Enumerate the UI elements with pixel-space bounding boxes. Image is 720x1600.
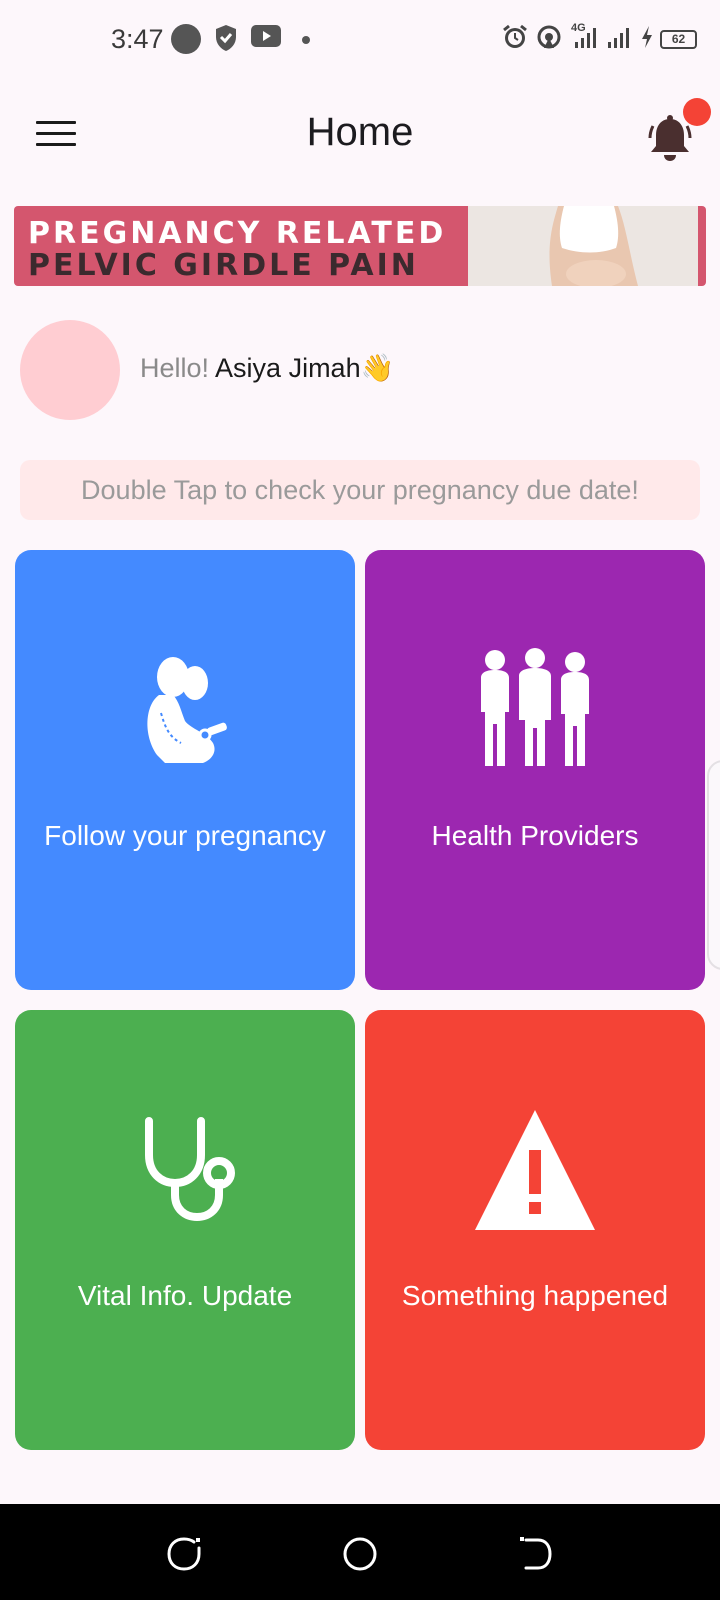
user-name: Asiya Jimah👋 xyxy=(215,353,395,383)
youtube-icon xyxy=(251,24,281,54)
battery-icon: 62 xyxy=(660,30,697,49)
tile-label: Vital Info. Update xyxy=(77,1280,293,1311)
promo-banner[interactable]: PREGNANCY RELATED PELVIC GIRDLE PAIN xyxy=(14,206,706,286)
alarm-icon xyxy=(502,24,532,54)
tile-label: Follow your pregnancy xyxy=(44,820,326,851)
greeting: Hello! Asiya Jimah👋 xyxy=(140,352,394,384)
more-dot-icon xyxy=(302,36,310,44)
greeting-hello: Hello! xyxy=(140,353,210,383)
bell-icon xyxy=(648,115,692,161)
back-icon xyxy=(520,1537,552,1570)
health-providers-tile[interactable]: Health Providers xyxy=(365,550,705,990)
home-screen: 3:47 4G 62 Home PREGNANCY RELATED PELVIC… xyxy=(0,0,720,1600)
recents-icon xyxy=(167,1537,201,1571)
warning-icon xyxy=(365,1110,705,1230)
vital-info-tile[interactable]: Vital Info. Update xyxy=(15,1010,355,1450)
recents-button[interactable] xyxy=(164,1534,204,1574)
shield-icon xyxy=(214,24,244,54)
due-date-button[interactable]: Double Tap to check your pregnancy due d… xyxy=(20,460,700,520)
page-title: Home xyxy=(306,110,414,154)
edge-panel-handle[interactable] xyxy=(707,760,720,970)
banner-line-2: PELVIC GIRDLE PAIN xyxy=(28,248,419,283)
people-group-icon xyxy=(365,648,705,770)
home-button[interactable] xyxy=(340,1534,380,1574)
pregnant-woman-icon xyxy=(15,655,355,765)
app-bar: Home xyxy=(0,80,720,190)
something-happened-tile[interactable]: Something happened xyxy=(365,1010,705,1450)
notification-badge xyxy=(683,98,711,126)
banner-line-1: PREGNANCY RELATED xyxy=(28,216,447,251)
status-time: 3:47 xyxy=(111,24,164,54)
tile-label: Something happened xyxy=(401,1280,669,1311)
follow-pregnancy-tile[interactable]: Follow your pregnancy xyxy=(15,550,355,990)
tile-label: Health Providers xyxy=(431,820,639,851)
system-navigation-bar xyxy=(0,1504,720,1600)
home-circle-icon xyxy=(343,1537,377,1571)
stethoscope-icon xyxy=(15,1115,355,1225)
signal-strength-icon xyxy=(574,24,604,54)
notification-circle-icon xyxy=(171,24,201,54)
hotspot-icon xyxy=(536,24,566,54)
status-bar: 3:47 4G 62 xyxy=(0,0,720,80)
back-button[interactable] xyxy=(516,1534,556,1574)
avatar[interactable] xyxy=(20,320,120,420)
signal-strength-icon xyxy=(607,24,637,54)
banner-photo xyxy=(468,206,698,286)
